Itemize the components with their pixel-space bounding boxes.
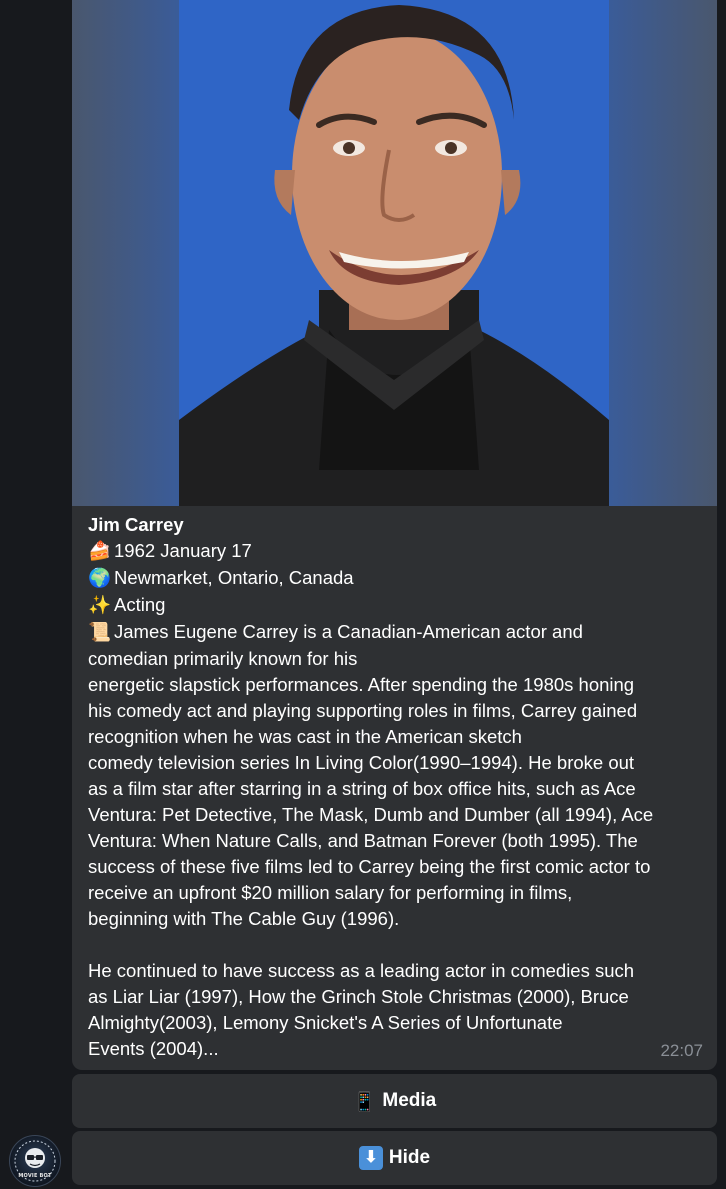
place-row: 🌍 Newmarket, Ontario, Canada (88, 565, 708, 592)
globe-icon: 🌍 (88, 568, 112, 589)
bio-line: receive an upfront $20 million salary fo… (88, 882, 573, 903)
bio-line: Ventura: When Nature Calls, and Batman F… (88, 830, 638, 851)
bio-line: as a film star after starring in a strin… (88, 778, 636, 799)
bio-line: 📜 James Eugene Carrey is a Canadian-Ameri… (88, 619, 708, 646)
bot-avatar[interactable]: MOVIE BOT (9, 1135, 61, 1187)
media-button-label: Media (382, 1090, 437, 1111)
bio-line: Events (2004)... (88, 1038, 219, 1059)
actor-name: Jim Carrey (88, 514, 184, 535)
media-button[interactable]: 📱 Media (72, 1074, 717, 1128)
bio-line: He continued to have success as a leadin… (88, 960, 635, 981)
scroll-icon: 📜 (88, 622, 112, 643)
bio-line: his comedy act and playing supporting ro… (88, 700, 638, 721)
bio-line: comedy television series In Living Color… (88, 752, 635, 773)
cake-icon: 🍰 (88, 541, 112, 562)
bio-block: 📜 James Eugene Carrey is a Canadian-Ameri… (88, 619, 708, 1062)
mobile-phone-icon: 📱 (352, 1090, 377, 1113)
bio-line: success of these five films led to Carre… (88, 856, 651, 877)
bio-line: Ventura: Pet Detective, The Mask, Dumb a… (88, 804, 654, 825)
department: Acting (114, 594, 166, 615)
photo-blur-right (609, 0, 717, 506)
birth-date: 1962 January 17 (114, 540, 252, 561)
birth-row: 🍰 1962 January 17 (88, 538, 708, 565)
bio-line: comedian primarily known for his (88, 648, 358, 669)
bot-avatar-badge: MOVIE BOT (18, 1173, 52, 1179)
bio-line (88, 932, 708, 958)
department-row: ✨ Acting (88, 592, 708, 619)
photo-blur-left (72, 0, 179, 506)
actor-portrait (179, 5, 609, 506)
hide-button[interactable]: ⬇ Hide (72, 1131, 717, 1185)
bio-line: as Liar Liar (1997), How the Grinch Stol… (88, 986, 629, 1007)
actor-photo[interactable] (72, 0, 717, 506)
message-timestamp: 22:07 (660, 1041, 703, 1060)
bio-line: energetic slapstick performances. After … (88, 674, 635, 695)
sparkles-icon: ✨ (88, 595, 112, 616)
bio-line: recognition when he was cast in the Amer… (88, 726, 522, 747)
down-arrow-icon: ⬇ (358, 1146, 383, 1170)
bio-line: beginning with The Cable Guy (1996). (88, 908, 400, 929)
birth-place: Newmarket, Ontario, Canada (114, 567, 354, 588)
message-bubble: Jim Carrey 🍰 1962 January 17 🌍 Newmarket, … (72, 0, 717, 1070)
hide-button-label: Hide (388, 1147, 431, 1168)
chat-left-rail (0, 0, 72, 1189)
bio-line: Almighty(2003), Lemony Snicket's A Serie… (88, 1012, 563, 1033)
message-caption: Jim Carrey 🍰 1962 January 17 🌍 Newmarket, … (88, 512, 708, 1062)
